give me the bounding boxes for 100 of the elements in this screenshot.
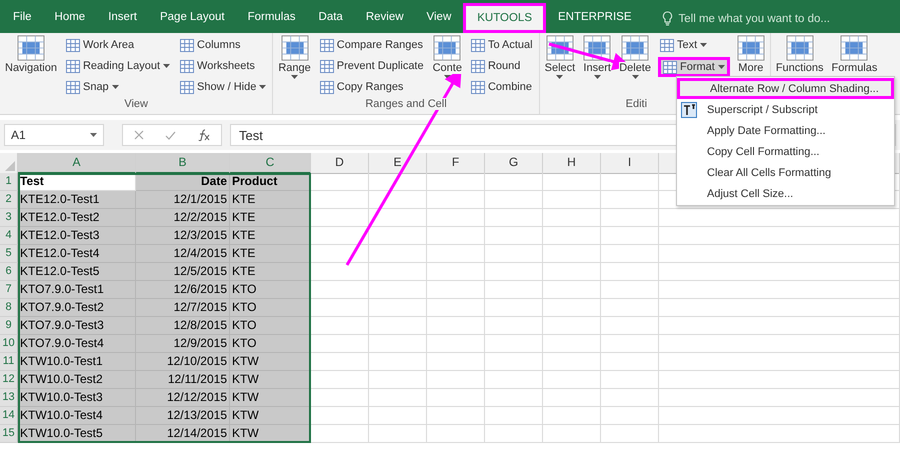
tell-me-search[interactable]: Tell me what you want to do... [662, 4, 830, 33]
table-cell [601, 425, 659, 443]
table-cell [311, 299, 369, 317]
table-cell [543, 263, 601, 281]
ribbon-tab[interactable]: Data [308, 4, 354, 33]
table-cell: KTW10.0-Test2 [18, 371, 136, 389]
menu-item[interactable]: Superscript / Subscript [677, 99, 894, 120]
ribbon-button[interactable]: Prevent Duplicate [318, 57, 426, 75]
table-cell [369, 317, 427, 335]
superscript-icon [681, 102, 697, 118]
ribbon-button[interactable]: Select [544, 34, 576, 80]
table-cell [427, 173, 485, 191]
table-cell [369, 263, 427, 281]
table-cell [485, 407, 543, 425]
table-cell: KTW [230, 407, 311, 425]
caret-icon [700, 43, 708, 47]
table-cell [601, 299, 659, 317]
table-cell [369, 425, 427, 443]
table-icon [320, 60, 334, 72]
ribbon-button[interactable]: To Actual [468, 36, 535, 54]
table-cell [601, 281, 659, 299]
ribbon-tab[interactable]: Review [354, 4, 415, 33]
table-cell [427, 407, 485, 425]
cancel-icon[interactable] [134, 130, 144, 140]
row-number[interactable]: 15 [0, 425, 18, 443]
name-box[interactable]: A1 [4, 124, 104, 146]
ribbon-button[interactable]: Show / Hide [178, 78, 268, 96]
row-number[interactable]: 14 [0, 407, 18, 425]
group-label: Ranges and Cell [363, 98, 449, 110]
row-number[interactable]: 2 [0, 191, 18, 209]
ribbon-button[interactable]: Reading Layout [64, 57, 172, 75]
ribbon-tab[interactable]: Page Layout [148, 4, 236, 33]
column-header[interactable]: C [230, 153, 311, 174]
ribbon-button[interactable]: Insert [582, 34, 612, 80]
table-cell [601, 245, 659, 263]
table-cell [601, 407, 659, 425]
caret-icon [112, 85, 119, 89]
menu-item[interactable]: Clear All Cells Formatting [677, 162, 894, 183]
row-number[interactable]: 3 [0, 209, 18, 227]
ribbon-tab[interactable]: ENTERPRISE [547, 4, 642, 33]
ribbon-tab[interactable]: Home [44, 4, 96, 33]
column-header[interactable]: B [136, 153, 230, 174]
row-number[interactable]: 12 [0, 371, 18, 389]
table-cell: KTW10.0-Test3 [18, 389, 136, 407]
caret-icon [163, 64, 170, 68]
table-cell: KTE [230, 245, 311, 263]
menu-item[interactable]: Adjust Cell Size... [677, 183, 894, 204]
table-cell: KTE12.0-Test1 [18, 191, 136, 209]
check-icon[interactable] [164, 130, 176, 140]
table-cell [485, 371, 543, 389]
column-header[interactable]: H [543, 153, 601, 174]
column-header[interactable]: F [427, 153, 485, 174]
ribbon-tab[interactable]: KUTOOLS [463, 3, 546, 33]
column-header[interactable]: E [369, 153, 427, 174]
table-icon [180, 80, 194, 94]
table-cell [543, 335, 601, 353]
table-cell [311, 191, 369, 209]
row-number[interactable]: 7 [0, 281, 18, 299]
row-number[interactable]: 10 [0, 335, 18, 353]
row-number[interactable]: 4 [0, 227, 18, 245]
table-cell [427, 263, 485, 281]
ribbon-tab[interactable]: File [2, 4, 43, 33]
table-icon [180, 60, 194, 72]
table-cell [369, 407, 427, 425]
ribbon-button[interactable]: Range [277, 34, 312, 80]
table-icon [470, 80, 485, 94]
row-number[interactable]: 6 [0, 263, 18, 281]
row-number[interactable]: 9 [0, 317, 18, 335]
table-cell [311, 245, 369, 263]
ribbon-button[interactable]: Navigation [4, 34, 58, 75]
column-header[interactable]: A [18, 153, 136, 174]
ribbon-tab[interactable]: Insert [97, 4, 148, 33]
ribbon-tab[interactable]: Formulas [236, 4, 307, 33]
table-cell [601, 209, 659, 227]
column-header[interactable]: I [601, 153, 659, 174]
ribbon-button[interactable]: Delete [618, 34, 652, 80]
row-number[interactable]: 1 [0, 173, 18, 191]
table-cell: KTE12.0-Test2 [18, 209, 136, 227]
row-number[interactable]: 5 [0, 245, 18, 263]
table-cell: 12/9/2015 [136, 335, 230, 353]
table-cell [485, 425, 543, 443]
table-cell: KTE12.0-Test5 [18, 263, 136, 281]
function-icon[interactable] [197, 129, 210, 141]
column-header[interactable]: D [311, 153, 369, 174]
column-header[interactable]: G [485, 153, 543, 174]
ribbon-button[interactable]: Conte [432, 34, 463, 80]
ribbon-tab[interactable]: View [416, 4, 462, 33]
menu-item[interactable]: Alternate Row / Column Shading... [677, 78, 894, 99]
table-cell: 12/6/2015 [136, 281, 230, 299]
table-cell: 12/5/2015 [136, 263, 230, 281]
ribbon-button[interactable]: Format [658, 57, 730, 77]
row-number[interactable]: 13 [0, 389, 18, 407]
table-cell [427, 227, 485, 245]
row-number[interactable]: 11 [0, 353, 18, 371]
row-number[interactable]: 8 [0, 299, 18, 317]
table-cell [601, 317, 659, 335]
table-cell [369, 191, 427, 209]
table-cell [311, 371, 369, 389]
ribbon-button[interactable]: Compare Ranges [318, 36, 426, 54]
table-cell [485, 209, 543, 227]
